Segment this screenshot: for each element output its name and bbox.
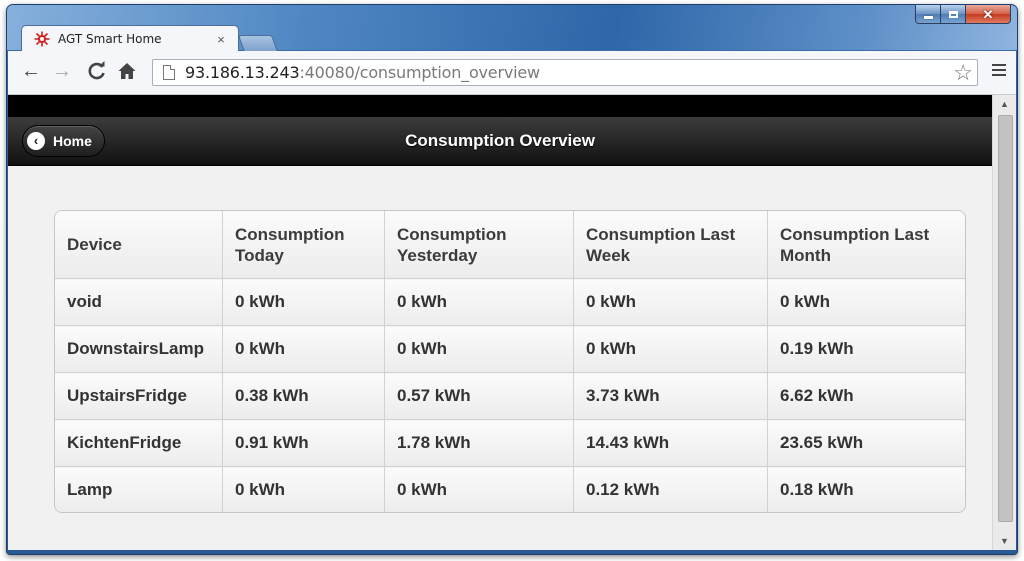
app-header: ‹ Home Consumption Overview	[8, 117, 992, 166]
value-cell: 0 kWh	[767, 278, 965, 326]
value-cell: 0 kWh	[222, 278, 385, 326]
value-cell: 0.91 kWh	[222, 419, 385, 467]
scroll-up-icon[interactable]: ▲	[993, 95, 1016, 113]
address-bar[interactable]: 93.186.13.243:40080/consumption_overview…	[152, 59, 978, 86]
value-cell: 6.62 kWh	[767, 372, 965, 420]
device-cell: KichtenFridge	[55, 419, 223, 467]
minimize-icon	[923, 16, 933, 19]
scroll-down-icon[interactable]: ▼	[993, 532, 1016, 550]
consumption-table: Device Consumption Today Consumption Yes…	[55, 211, 965, 512]
device-cell: void	[55, 278, 223, 326]
favicon-icon	[34, 31, 50, 47]
table-row: Lamp 0 kWh 0 kWh 0.12 kWh 0.18 kWh	[55, 466, 965, 512]
column-header-today: Consumption Today	[222, 211, 385, 279]
table-row: DownstairsLamp 0 kWh 0 kWh 0 kWh 0.19 kW…	[55, 325, 965, 373]
value-cell: 0.57 kWh	[384, 372, 574, 420]
table-row: void 0 kWh 0 kWh 0 kWh 0 kWh	[55, 278, 965, 326]
scrollbar-thumb[interactable]	[998, 115, 1013, 522]
value-cell: 14.43 kWh	[573, 419, 768, 467]
value-cell: 3.73 kWh	[573, 372, 768, 420]
value-cell: 0 kWh	[573, 278, 768, 326]
window-controls: ✕	[915, 5, 1011, 25]
value-cell: 0.19 kWh	[767, 325, 965, 373]
new-tab-button[interactable]	[237, 35, 279, 52]
tab-close-icon[interactable]: ×	[214, 32, 228, 47]
value-cell: 0 kWh	[384, 466, 574, 512]
column-header-last-week: Consumption Last Week	[573, 211, 768, 279]
page-icon	[163, 65, 175, 80]
bookmark-star-icon[interactable]: ☆	[953, 61, 973, 85]
value-cell: 23.65 kWh	[767, 419, 965, 467]
table-header-row: Device Consumption Today Consumption Yes…	[55, 211, 965, 279]
browser-window: ✕ AGT Smart Home × ← → 93.186.13.243:400…	[6, 4, 1018, 555]
value-cell: 0 kWh	[222, 466, 385, 512]
reload-icon[interactable]	[86, 60, 108, 82]
back-arrow-icon[interactable]: ←	[20, 60, 42, 82]
device-cell: DownstairsLamp	[55, 325, 223, 373]
vertical-scrollbar[interactable]: ▲ ▼	[992, 95, 1016, 550]
column-header-device: Device	[55, 211, 223, 279]
forward-arrow-icon[interactable]: →	[51, 60, 73, 82]
url-text: 93.186.13.243:40080/consumption_overview	[185, 63, 540, 82]
menu-icon[interactable]	[992, 64, 1006, 79]
value-cell: 0 kWh	[222, 325, 385, 373]
maximize-icon	[948, 10, 958, 18]
value-cell: 0.38 kWh	[222, 372, 385, 420]
device-cell: UpstairsFridge	[55, 372, 223, 420]
tab-title: AGT Smart Home	[58, 32, 162, 46]
device-cell: Lamp	[55, 466, 223, 512]
value-cell: 0 kWh	[573, 325, 768, 373]
value-cell: 1.78 kWh	[384, 419, 574, 467]
value-cell: 0 kWh	[384, 325, 574, 373]
browser-toolbar: ← → 93.186.13.243:40080/consumption_over…	[8, 51, 1016, 95]
browser-tab[interactable]: AGT Smart Home ×	[21, 25, 239, 52]
minimize-button[interactable]	[915, 5, 941, 24]
page-viewport: ‹ Home Consumption Overview Device Consu…	[8, 95, 1016, 550]
column-header-yesterday: Consumption Yesterday	[384, 211, 574, 279]
maximize-button[interactable]	[941, 5, 966, 24]
close-window-button[interactable]: ✕	[966, 5, 1011, 24]
column-header-last-month: Consumption Last Month	[767, 211, 965, 279]
value-cell: 0.18 kWh	[767, 466, 965, 512]
page-title: Consumption Overview	[405, 131, 595, 150]
top-strip	[8, 95, 992, 117]
value-cell: 0 kWh	[384, 278, 574, 326]
table-row: UpstairsFridge 0.38 kWh 0.57 kWh 3.73 kW…	[55, 372, 965, 420]
table-row: KichtenFridge 0.91 kWh 1.78 kWh 14.43 kW…	[55, 419, 965, 467]
home-icon[interactable]	[116, 60, 138, 82]
consumption-table-card: Device Consumption Today Consumption Yes…	[54, 210, 966, 513]
close-icon: ✕	[982, 6, 994, 22]
value-cell: 0.12 kWh	[573, 466, 768, 512]
